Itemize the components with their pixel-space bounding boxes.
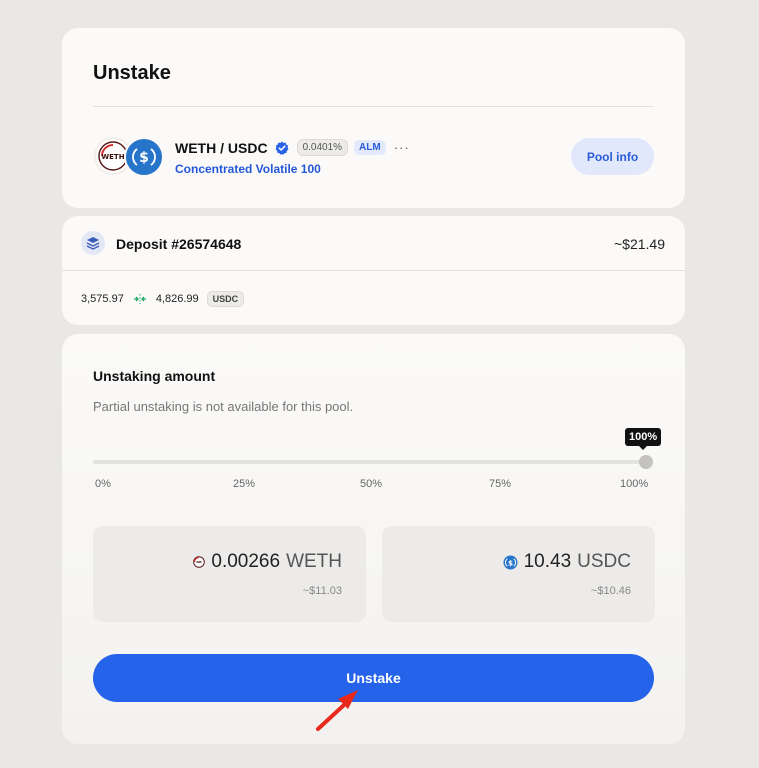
pair-row: WETH / USDC 0.0401% ALM ··· [175, 139, 410, 156]
more-options-icon[interactable]: ··· [394, 140, 410, 155]
deposit-value: ~$21.49 [614, 236, 665, 252]
tick-label: 25% [233, 478, 256, 490]
deposit-label: Deposit #26574648 [116, 236, 242, 252]
alm-badge: ALM [354, 140, 386, 155]
weth-mini-icon [193, 556, 206, 568]
layers-icon [81, 231, 105, 255]
usdc-logo-icon: $ [124, 137, 164, 177]
range-arrows-icon [133, 293, 147, 305]
slider-thumb[interactable] [639, 455, 653, 469]
range-high: 4,826.99 [155, 293, 199, 305]
tick-label: 50% [360, 478, 383, 490]
unstaking-note: Partial unstaking is not available for t… [93, 399, 354, 414]
tick-label: 100% [620, 478, 649, 490]
slider-tooltip: 100% [625, 428, 662, 450]
pair-name: WETH / USDC [175, 139, 268, 156]
slider-track[interactable] [93, 460, 646, 464]
unstake-button[interactable]: Unstake [93, 654, 654, 702]
weth-logo-text: WETH [101, 153, 124, 161]
usdc-symbol: USDC [577, 551, 631, 572]
verified-icon [275, 141, 289, 155]
usdc-usd-value: ~$10.46 [590, 585, 631, 597]
fee-badge: 0.0401% [296, 139, 349, 156]
divider [62, 270, 685, 271]
weth-amount-box: 0.00266 WETH ~$11.03 [93, 526, 366, 622]
range-unit-badge: USDC [206, 291, 245, 307]
pool-info-button[interactable]: Pool info [571, 138, 654, 175]
usdc-amount-box: $ 10.43 USDC ~$10.46 [382, 526, 655, 622]
usdc-amount: 10.43 [523, 551, 572, 572]
range-low: 3,575.97 [81, 293, 124, 305]
weth-symbol: WETH [286, 551, 342, 572]
price-range: 3,575.97 4,826.99 USDC [81, 291, 245, 307]
token-pair-logos: WETH $ [94, 137, 166, 177]
weth-amount: 0.00266 [211, 551, 281, 572]
unstaking-title: Unstaking amount [93, 368, 216, 384]
pool-card: Unstake WETH $ WETH / USDC 0.0401% ALM ·… [62, 28, 685, 208]
pool-type-label: Concentrated Volatile 100 [175, 162, 321, 176]
tick-label: 0% [95, 478, 111, 490]
divider [93, 106, 654, 107]
tick-label: 75% [489, 478, 512, 490]
unstaking-card: Unstaking amount Partial unstaking is no… [62, 334, 685, 744]
deposit-card: Deposit #26574648 ~$21.49 3,575.97 4,826… [62, 216, 685, 325]
svg-text:$: $ [139, 150, 149, 166]
svg-text:$: $ [508, 559, 513, 567]
cursor-arrow-icon [316, 690, 358, 731]
page-title: Unstake [93, 62, 171, 84]
weth-usd-value: ~$11.03 [302, 585, 342, 597]
usdc-mini-icon: $ [503, 555, 518, 570]
